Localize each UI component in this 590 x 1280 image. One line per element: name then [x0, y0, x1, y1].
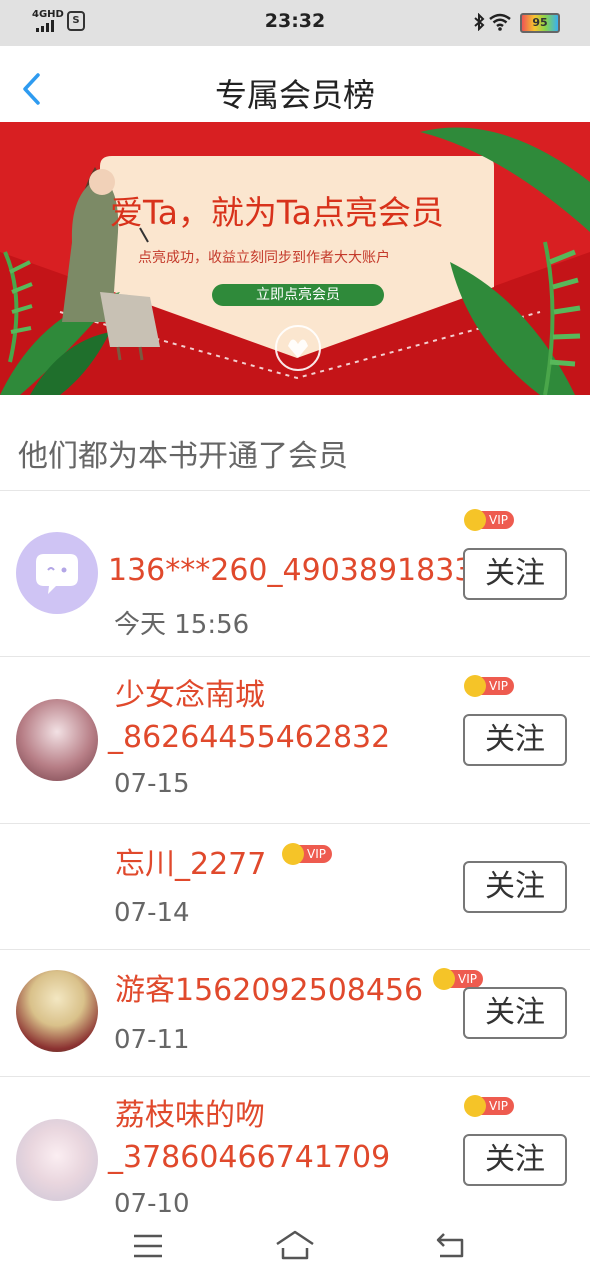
crown-icon — [282, 843, 304, 865]
wifi-icon — [489, 13, 511, 31]
home-icon[interactable] — [275, 1230, 315, 1260]
title-bar: 专属会员榜 — [0, 46, 590, 122]
vip-badge: VIP — [464, 1095, 514, 1117]
member-name-continued: _86264455462832 — [108, 720, 391, 755]
list-item[interactable]: 游客1562092508456 07-11 VIP 关注 — [0, 950, 590, 1077]
avatar[interactable] — [16, 699, 98, 781]
list-item[interactable]: 忘川_2277 07-14 VIP 关注 — [0, 824, 590, 950]
back-nav-icon[interactable] — [436, 1232, 466, 1260]
vip-badge: VIP — [282, 843, 332, 865]
avatar[interactable] — [16, 1119, 98, 1201]
page-title: 专属会员榜 — [214, 76, 375, 114]
bluetooth-icon — [474, 13, 485, 31]
join-time: 07-14 — [114, 898, 190, 928]
follow-button[interactable]: 关注 — [463, 861, 567, 913]
crown-icon — [464, 1095, 486, 1117]
follow-button[interactable]: 关注 — [463, 1134, 567, 1186]
chat-bubble-avatar-icon — [36, 554, 78, 594]
follow-button[interactable]: 关注 — [463, 548, 567, 600]
list-item[interactable]: 少女念南城 _86264455462832 07-15 VIP 关注 — [0, 657, 590, 824]
crown-icon — [464, 509, 486, 531]
list-item[interactable]: 136***260_4903891833 今天 15:56 VIP 关注 — [0, 491, 590, 657]
menu-icon[interactable] — [134, 1234, 162, 1258]
banner-cta-button[interactable]: 立即点亮会员 — [212, 284, 384, 306]
member-name[interactable]: 游客1562092508456 — [115, 970, 423, 1012]
join-time: 今天 15:56 — [114, 610, 250, 640]
promo-banner[interactable]: 爱Ta，就为Ta点亮会员 点亮成功，收益立刻同步到作者大大账户 立即点亮会员 — [0, 122, 590, 395]
list-item[interactable]: 荔枝味的吻 _37860466741709 07-10 VIP 关注 — [0, 1077, 590, 1219]
follow-button[interactable]: 关注 — [463, 714, 567, 766]
member-name[interactable]: 忘川_2277 — [115, 844, 266, 886]
vip-badge: VIP — [464, 509, 514, 531]
section-title: 他们都为本书开通了会员 — [18, 439, 348, 474]
crown-icon — [433, 968, 455, 990]
system-nav-bar — [0, 1212, 590, 1280]
member-name-continued: _37860466741709 — [108, 1140, 391, 1175]
join-time: 07-11 — [114, 1025, 190, 1055]
status-bar: 4GHD S 23:32 95 — [0, 0, 590, 46]
member-name[interactable]: 136***260_4903891833 — [108, 550, 473, 592]
section-header: 他们都为本书开通了会员 — [0, 395, 590, 491]
join-time: 07-15 — [114, 769, 190, 799]
avatar[interactable] — [16, 970, 98, 1052]
banner-headline: 爱Ta，就为Ta点亮会员 — [110, 193, 444, 232]
crown-icon — [464, 675, 486, 697]
member-name[interactable]: 荔枝味的吻 — [115, 1095, 265, 1137]
vip-badge: VIP — [464, 675, 514, 697]
member-name[interactable]: 少女念南城 — [115, 675, 265, 717]
member-list: 136***260_4903891833 今天 15:56 VIP 关注 少女念… — [0, 491, 590, 1219]
battery-indicator: 95 — [520, 13, 560, 33]
avatar[interactable] — [16, 532, 98, 614]
follow-button[interactable]: 关注 — [463, 987, 567, 1039]
banner-subline: 点亮成功，收益立刻同步到作者大大账户 — [138, 250, 390, 266]
